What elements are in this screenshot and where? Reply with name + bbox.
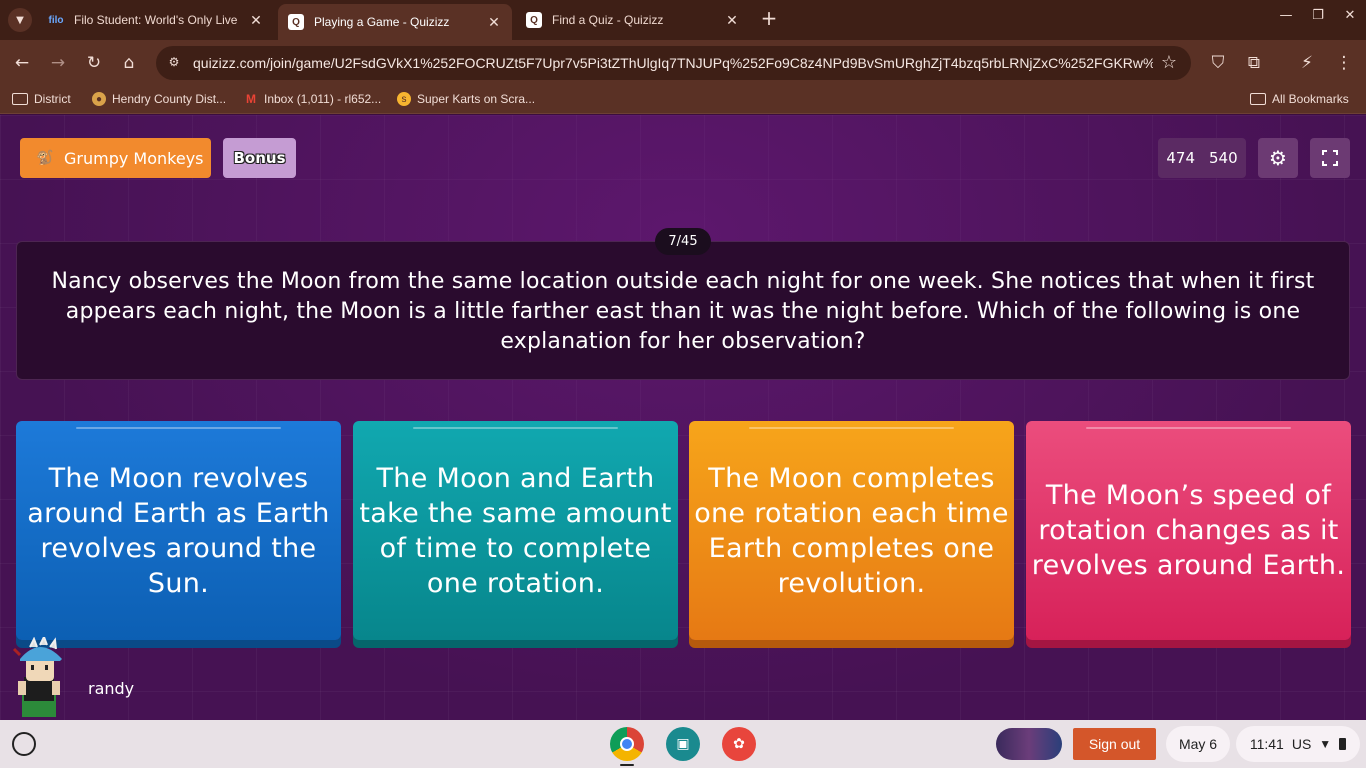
tab-title: Filo Student: World's Only Live — [74, 13, 238, 27]
reload-icon[interactable]: ↻ — [81, 50, 107, 76]
status-tray[interactable]: 11:41 US ▼ — [1236, 726, 1360, 762]
fullscreen-icon[interactable] — [1310, 138, 1350, 178]
tab-strip: ▼ filo Filo Student: World's Only Live ✕… — [0, 0, 1366, 40]
player-name: randy — [88, 679, 135, 698]
tab-find-quiz[interactable]: Q Find a Quiz - Quizizz ✕ — [516, 6, 750, 34]
classroom-icon[interactable]: ▣ — [666, 727, 700, 761]
back-icon[interactable]: ← — [9, 50, 35, 76]
restore-icon[interactable]: ❐ — [1308, 8, 1328, 23]
score-a: 474 — [1166, 149, 1195, 167]
url-text[interactable]: quizizz.com/join/game/U2FsdGVkX1%252FOCR… — [193, 55, 1153, 71]
player-avatar — [12, 637, 62, 717]
time-text: 11:41 — [1249, 736, 1284, 752]
wifi-icon: ▼ — [1319, 737, 1332, 751]
scratch-icon: s — [397, 92, 411, 106]
site-settings-icon[interactable]: ⚙ — [166, 55, 182, 71]
forward-icon[interactable]: → — [45, 50, 71, 76]
bookmarks-bar: District ● Hendry County Dist... M Inbox… — [0, 86, 1366, 114]
battery-icon — [1339, 738, 1347, 750]
folder-icon — [12, 93, 28, 105]
bookmark-star-icon[interactable]: ☆ — [1161, 52, 1177, 73]
bookmark-inbox[interactable]: M Inbox (1,011) - rl652... — [244, 92, 381, 106]
chrome-icon[interactable] — [610, 727, 644, 761]
answer-option-2[interactable]: The Moon and Earth take the same amount … — [353, 421, 678, 640]
bookmark-label: District — [34, 92, 71, 106]
team-name: Grumpy Monkeys — [64, 148, 204, 168]
holding-space-thumbnails[interactable] — [996, 728, 1062, 760]
bookmark-hendry[interactable]: ● Hendry County Dist... — [92, 92, 226, 106]
browser-toolbar: ← → ↻ ⌂ ⚙ quizizz.com/join/game/U2FsdGVk… — [0, 40, 1366, 86]
brave-shield-icon[interactable]: ⛉ — [1205, 50, 1231, 76]
question-counter: 7/45 — [655, 228, 711, 255]
score-display: 474 540 — [1158, 138, 1246, 178]
fullscreen-glyph — [1322, 150, 1338, 166]
option-text: The Moon revolves around Earth as Earth … — [27, 462, 330, 599]
new-tab-icon[interactable]: + — [758, 8, 780, 30]
locale-text: US — [1291, 736, 1312, 752]
option-text: The Moon and Earth take the same amount … — [359, 462, 672, 599]
quizizz-icon: Q — [526, 12, 542, 28]
option-shine — [749, 427, 954, 429]
all-bookmarks-label: All Bookmarks — [1272, 92, 1349, 106]
active-app-indicator — [620, 764, 634, 766]
bookmark-super-karts[interactable]: s Super Karts on Scra... — [397, 92, 535, 106]
option-shine — [1086, 427, 1291, 429]
option-shine — [413, 427, 618, 429]
close-icon[interactable]: ✕ — [248, 12, 264, 29]
date-text: May 6 — [1178, 736, 1218, 752]
tab-playing-game[interactable]: Q Playing a Game - Quizizz ✕ — [278, 4, 512, 40]
bookmark-label: Inbox (1,011) - rl652... — [264, 92, 382, 106]
sign-out-button[interactable]: Sign out — [1073, 728, 1156, 760]
canvas-paint-icon[interactable]: ✿ — [722, 727, 756, 761]
speed-icon[interactable]: ⚡ — [1294, 50, 1320, 76]
minimize-icon[interactable]: — — [1276, 8, 1296, 23]
option-text: The Moon completes one rotation each tim… — [694, 462, 1009, 599]
tab-search-chevron-icon[interactable]: ▼ — [8, 8, 32, 32]
tab-filo[interactable]: filo Filo Student: World's Only Live ✕ — [38, 6, 274, 34]
score-b: 540 — [1209, 149, 1238, 167]
launcher-icon[interactable] — [12, 732, 36, 756]
option-shine — [76, 427, 281, 429]
tab-title: Playing a Game - Quizizz — [314, 15, 450, 29]
extensions-icon[interactable]: ⧉ — [1241, 50, 1267, 76]
answer-option-4[interactable]: The Moon’s speed of rotation changes as … — [1026, 421, 1351, 640]
all-bookmarks[interactable]: All Bookmarks — [1250, 92, 1349, 106]
bookmark-district[interactable]: District — [12, 92, 71, 106]
team-button[interactable]: 🐒 Grumpy Monkeys — [20, 138, 211, 178]
option-text: The Moon’s speed of rotation changes as … — [1031, 480, 1346, 581]
settings-gear-icon[interactable]: ⚙ — [1258, 138, 1298, 178]
bonus-button[interactable]: Bonus — [223, 138, 296, 178]
close-icon[interactable]: ✕ — [724, 12, 740, 29]
close-icon[interactable]: ✕ — [486, 14, 502, 31]
question-text: Nancy observes the Moon from the same lo… — [16, 241, 1350, 380]
district-logo-icon: ● — [92, 92, 106, 106]
os-shelf: ▣ ✿ Sign out May 6 11:41 US ▼ — [0, 720, 1366, 768]
monkey-icon: 🐒 — [36, 150, 54, 166]
gmail-icon: M — [246, 92, 256, 106]
folder-icon — [1250, 93, 1266, 105]
bookmark-label: Super Karts on Scra... — [417, 92, 536, 106]
answer-option-1[interactable]: The Moon revolves around Earth as Earth … — [16, 421, 341, 640]
filo-icon: filo — [48, 14, 64, 26]
date-tray[interactable]: May 6 — [1166, 726, 1230, 762]
quizizz-icon: Q — [288, 14, 304, 30]
tab-title: Find a Quiz - Quizizz — [552, 13, 664, 27]
address-bar[interactable]: ⚙ quizizz.com/join/game/U2FsdGVkX1%252FO… — [156, 46, 1191, 80]
answer-option-3[interactable]: The Moon completes one rotation each tim… — [689, 421, 1014, 640]
home-icon[interactable]: ⌂ — [116, 50, 142, 76]
quiz-game-area: 🐒 Grumpy Monkeys Bonus 474 540 ⚙ 7/45 Na… — [0, 115, 1366, 720]
window-close-icon[interactable]: ✕ — [1340, 8, 1360, 23]
bookmark-label: Hendry County Dist... — [112, 92, 227, 106]
menu-dots-icon[interactable]: ⋮ — [1331, 50, 1357, 76]
